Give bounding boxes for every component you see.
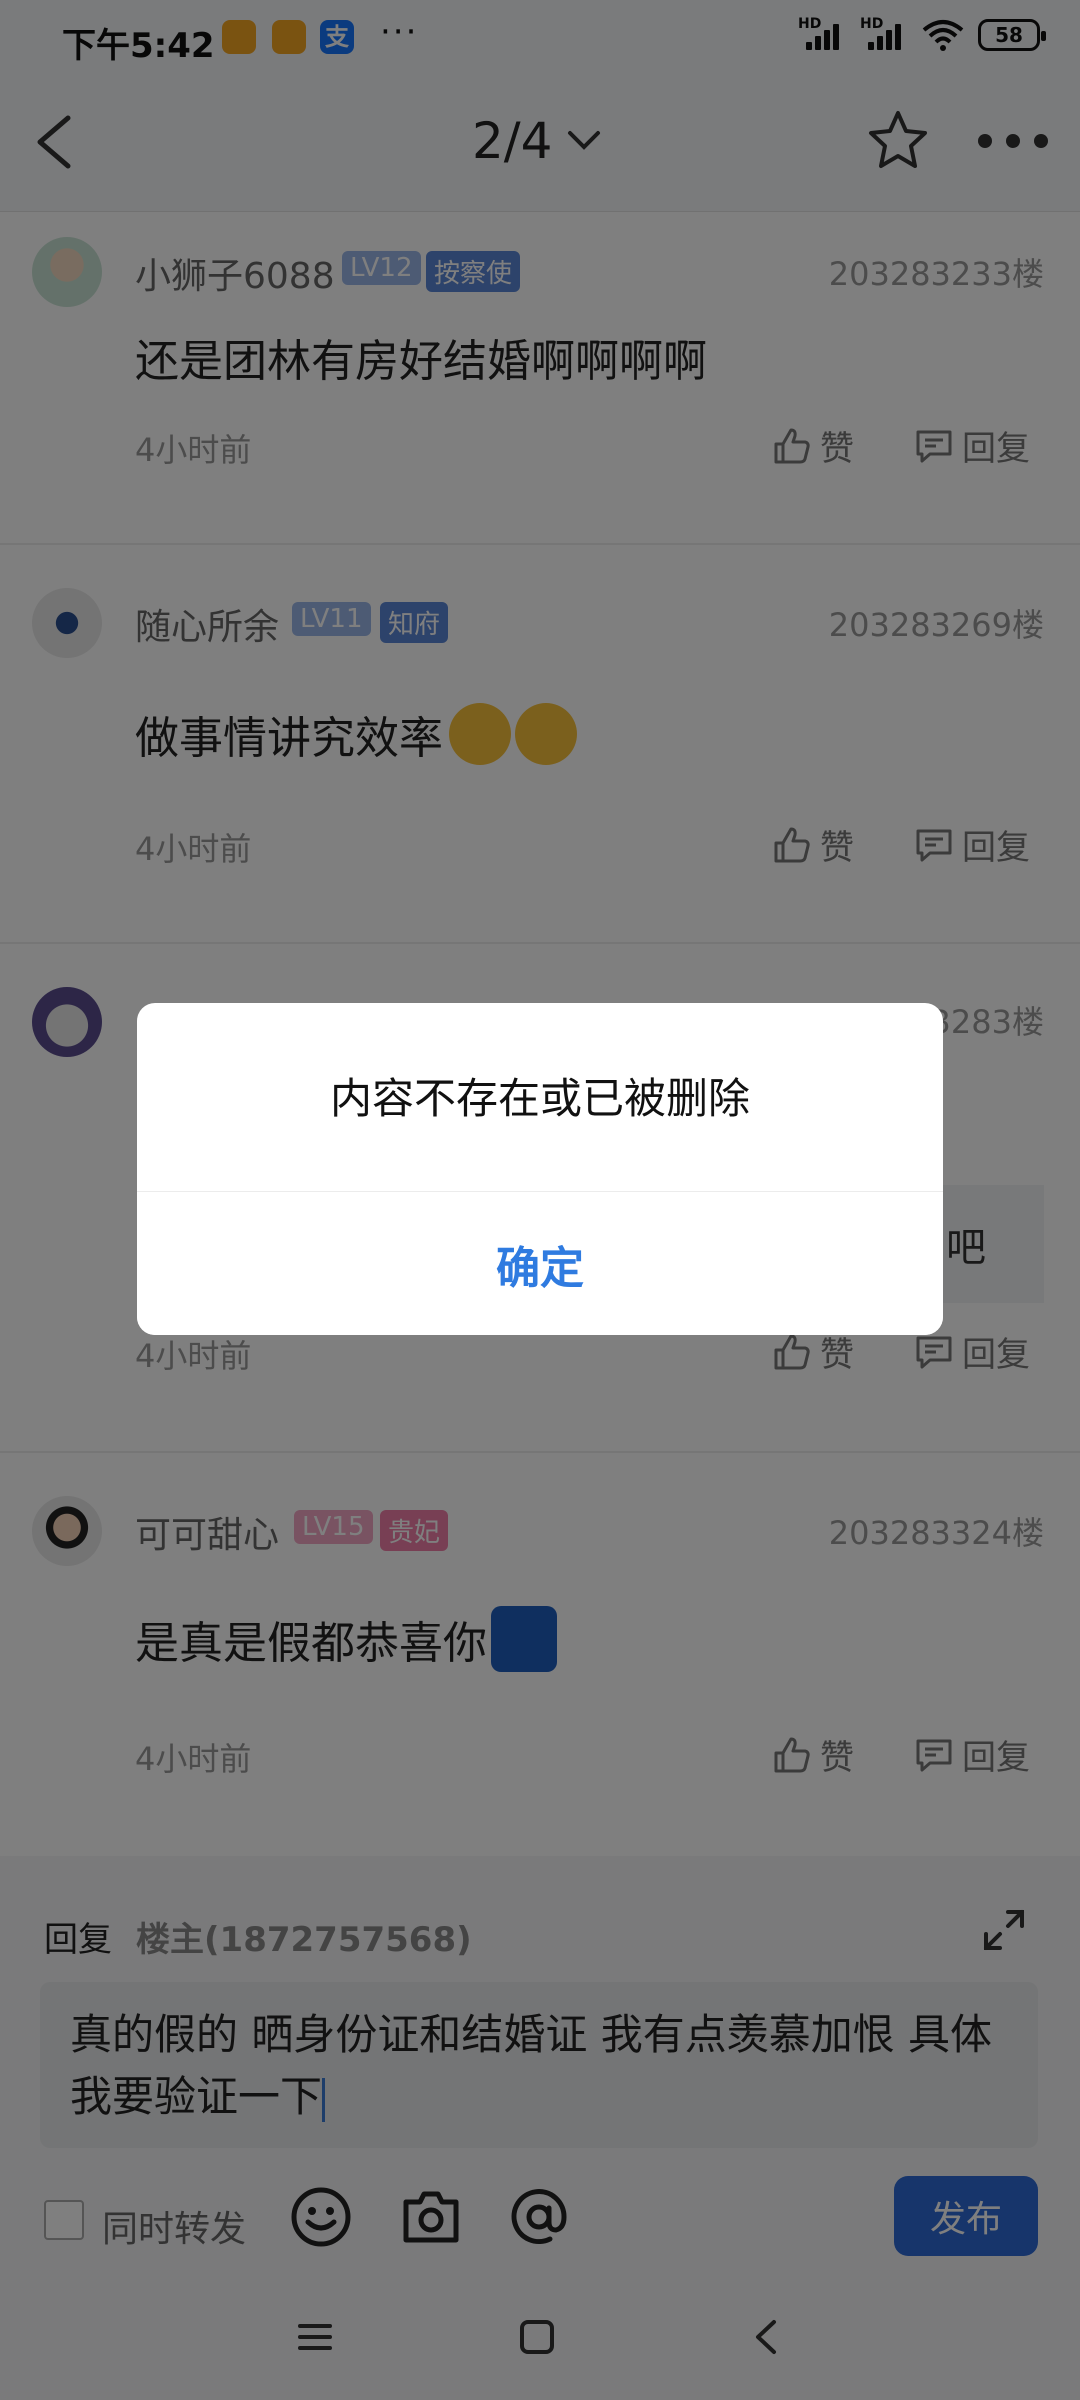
dialog-message: 内容不存在或已被删除 <box>329 1074 750 1123</box>
confirm-button[interactable]: 确定 <box>137 1192 943 1335</box>
alert-dialog: 内容不存在或已被删除 确定 <box>137 1003 943 1335</box>
